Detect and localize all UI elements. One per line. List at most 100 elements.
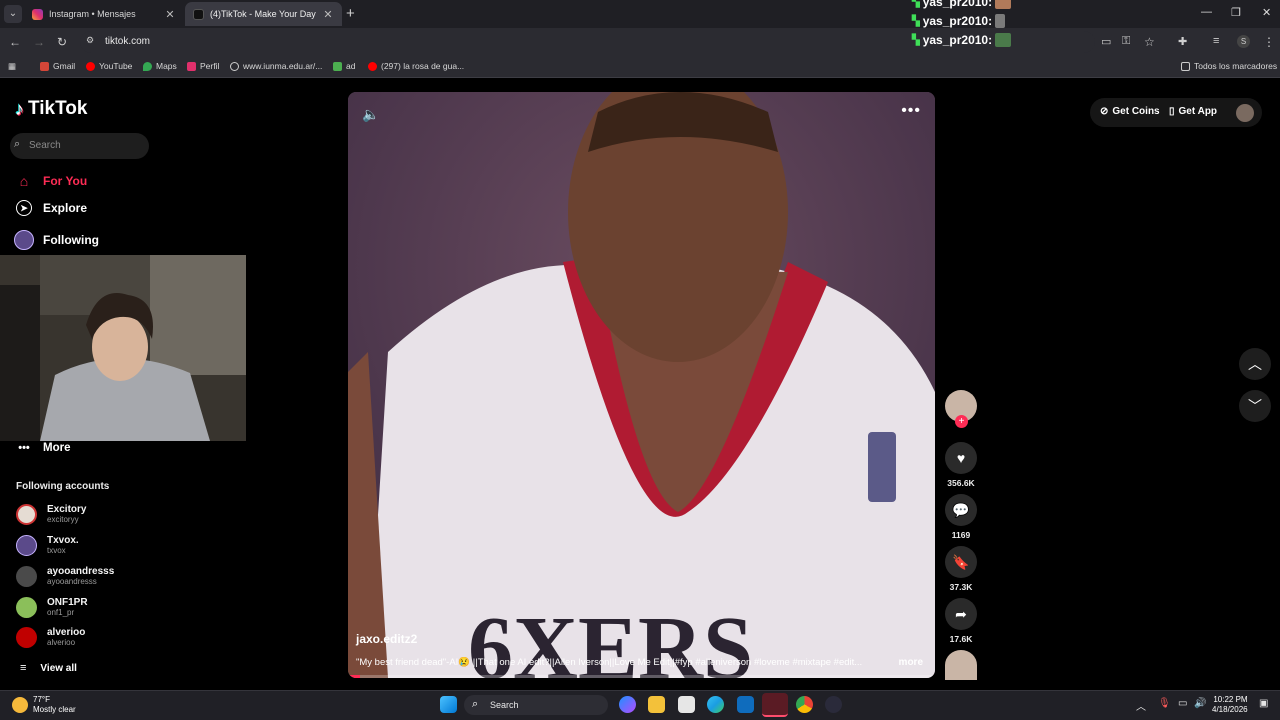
account-handle: alverioo: [47, 638, 76, 647]
comment-action[interactable]: 💬 1169: [944, 494, 978, 540]
chat-message: ▚ yas_pr2010:: [912, 0, 1012, 9]
folder-icon: [1181, 61, 1190, 71]
browser-menu-icon[interactable]: ⋮: [1263, 35, 1275, 49]
tiktok-logo[interactable]: ♪ TikTok: [15, 98, 87, 120]
share-action[interactable]: ➦ 17.6K: [944, 598, 978, 644]
tab-search-button[interactable]: ⌄: [4, 5, 22, 23]
creator-avatar[interactable]: +: [945, 390, 977, 428]
notifications-icon[interactable]: ▣: [1259, 698, 1268, 709]
get-coins-label: Get Coins: [1112, 106, 1160, 117]
reload-icon[interactable]: ↻: [57, 35, 67, 49]
bookmark-icon[interactable]: 🔖: [945, 546, 977, 578]
bookmark-youtube[interactable]: YouTube: [86, 61, 132, 71]
description-more-link[interactable]: more: [899, 657, 923, 668]
comments-count: 1169: [951, 530, 971, 540]
profile-avatar[interactable]: S: [1237, 35, 1250, 48]
account-item[interactable]: ayooandresss ayooandresss: [16, 566, 114, 587]
mail-icon[interactable]: [737, 696, 754, 713]
volume-icon[interactable]: 🔈: [362, 106, 379, 123]
nav-explore[interactable]: ➤ Explore: [14, 200, 87, 216]
next-creator-avatar[interactable]: [945, 650, 977, 680]
weather-moon-icon: [12, 697, 28, 713]
search-placeholder: Search: [29, 140, 61, 151]
store-icon[interactable]: [678, 696, 695, 713]
chat-username: yas_pr2010:: [922, 33, 993, 47]
close-tab-icon[interactable]: ✕: [322, 8, 334, 21]
youtube-icon: [86, 61, 95, 71]
edge-icon[interactable]: [707, 696, 724, 713]
restore-button[interactable]: ❐: [1231, 6, 1241, 19]
site-info-icon[interactable]: ⚙: [86, 35, 99, 48]
minimize-button[interactable]: —: [1201, 6, 1212, 18]
file-explorer-icon[interactable]: [648, 696, 665, 713]
volume-icon[interactable]: 🔊: [1194, 698, 1206, 709]
chat-username: yas_pr2010:: [922, 14, 993, 28]
bookmark-gmail[interactable]: Gmail: [40, 61, 75, 71]
weather-widget[interactable]: 77°F Mostly clear: [12, 695, 76, 715]
compass-icon: ➤: [16, 200, 32, 216]
extensions-icon[interactable]: ✚: [1178, 35, 1187, 48]
get-coins-button[interactable]: ⊘ Get Coins: [1100, 106, 1160, 117]
get-app-label: Get App: [1178, 106, 1218, 117]
like-action[interactable]: ♥ 356.6K: [944, 442, 978, 488]
url-text: tiktok.com: [105, 36, 151, 47]
forward-icon[interactable]: →: [33, 35, 45, 49]
bookmark-star-icon[interactable]: ☆: [1144, 35, 1155, 49]
account-item[interactable]: alverioo alverioo: [16, 627, 85, 648]
account-item[interactable]: Excitory excitoryy: [16, 504, 86, 525]
app-icon[interactable]: [825, 696, 842, 713]
all-bookmarks[interactable]: Todos los marcadores: [1181, 61, 1277, 71]
show-hidden-icons[interactable]: ︿: [1136, 698, 1146, 713]
heart-icon[interactable]: ♥: [945, 442, 977, 474]
bookmark-ad[interactable]: ad: [333, 61, 355, 71]
microphone-icon[interactable]: 🎙: [1158, 698, 1171, 709]
account-handle: txvox: [47, 546, 66, 555]
tab-instagram[interactable]: Instagram • Mensajes ✕: [24, 2, 184, 26]
shares-count: 17.6K: [949, 634, 973, 644]
back-icon[interactable]: ←: [9, 35, 21, 49]
apps-grid-icon[interactable]: ▦: [8, 61, 16, 72]
follow-plus-icon[interactable]: +: [955, 415, 968, 428]
video-author[interactable]: jaxo.editz2: [356, 632, 417, 646]
cast-icon[interactable]: ▭: [1101, 35, 1111, 48]
taskbar-search[interactable]: ⌕ Search: [464, 695, 608, 715]
bookmark-perfil[interactable]: Perfil: [187, 61, 219, 71]
nav-following[interactable]: Following: [14, 230, 99, 250]
bookmark-label: www.iunma.edu.ar/...: [243, 61, 323, 71]
bookmark-iunma[interactable]: www.iunma.edu.ar/...: [230, 61, 322, 71]
emote-icon: [995, 33, 1012, 47]
next-video-button[interactable]: ﹀: [1239, 390, 1271, 422]
tab-tiktok[interactable]: (4)TikTok - Make Your Day ✕: [185, 2, 342, 26]
chrome-icon[interactable]: [796, 696, 813, 713]
share-icon[interactable]: ➦: [945, 598, 977, 630]
system-clock[interactable]: 10:22 PM 4/18/2026: [1212, 695, 1248, 715]
temperature: 77°F: [33, 695, 50, 704]
tiktok-note-icon: ♪: [15, 98, 24, 119]
more-options-icon[interactable]: •••: [901, 102, 921, 120]
bookmark-la-rosa[interactable]: (297) la rosa de gua...: [368, 61, 464, 71]
user-avatar[interactable]: [1236, 104, 1254, 122]
account-handle: onf1_pr: [47, 608, 75, 617]
account-item[interactable]: ONF1PR onf1_pr: [16, 597, 88, 618]
new-tab-button[interactable]: +: [346, 5, 355, 22]
nav-for-you[interactable]: ⌂ For You: [14, 171, 87, 191]
bookmark-maps[interactable]: Maps: [143, 61, 177, 71]
previous-video-button[interactable]: ︿: [1239, 348, 1271, 380]
media-controls-icon[interactable]: ≡: [1213, 35, 1219, 47]
view-all-button[interactable]: ≡ View all: [20, 662, 77, 674]
nav-more[interactable]: ••• More: [14, 438, 70, 458]
close-tab-icon[interactable]: ✕: [164, 8, 176, 21]
get-app-button[interactable]: ▯ Get App: [1169, 106, 1217, 117]
video-progress-bar[interactable]: [348, 675, 935, 678]
comment-icon[interactable]: 💬: [945, 494, 977, 526]
video-player[interactable]: 6XERS 🔈 ••• jaxo.editz2 "My best friend …: [348, 92, 935, 678]
password-key-icon[interactable]: ⚿: [1122, 35, 1130, 48]
save-action[interactable]: 🔖 37.3K: [944, 546, 978, 592]
search-input[interactable]: ⌕ Search: [10, 133, 149, 159]
network-icon[interactable]: ▭: [1178, 698, 1187, 709]
copilot-icon[interactable]: [619, 696, 636, 713]
close-window-button[interactable]: ✕: [1262, 6, 1271, 19]
account-item[interactable]: Txvox. txvox: [16, 535, 79, 556]
start-button[interactable]: [440, 696, 457, 713]
opera-gx-icon[interactable]: [762, 693, 788, 717]
